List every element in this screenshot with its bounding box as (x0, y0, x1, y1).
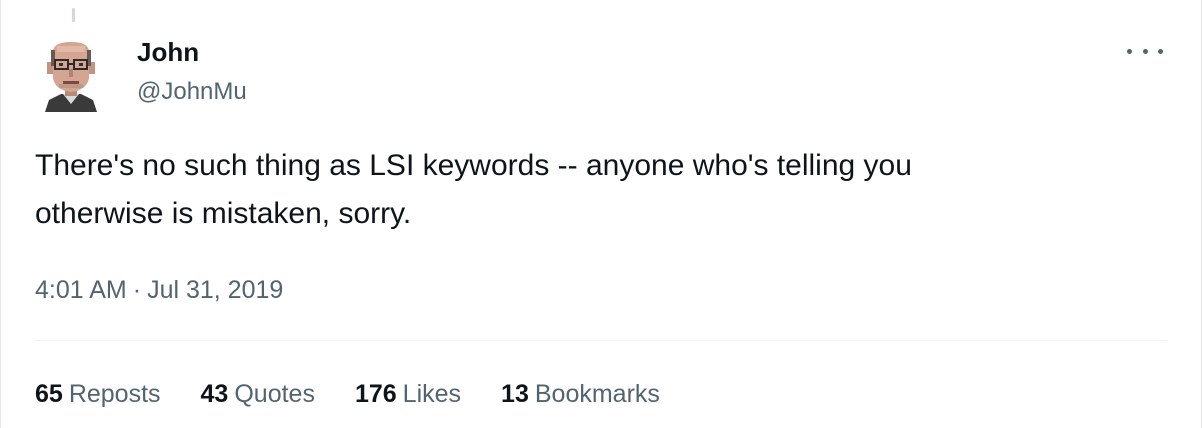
tweet-time[interactable]: 4:01 AM (35, 272, 127, 308)
engagement-stats: 65 Reposts 43 Quotes 176 Likes 13 Bookma… (35, 376, 660, 412)
thread-connector-line (72, 8, 75, 22)
stat-label: Reposts (68, 380, 161, 408)
stat-reposts[interactable]: 65 Reposts (35, 376, 161, 412)
tweet-date[interactable]: Jul 31, 2019 (147, 272, 283, 308)
stat-likes[interactable]: 176 Likes (355, 376, 461, 412)
avatar[interactable] (39, 40, 103, 112)
author-handle[interactable]: @JohnMu (137, 76, 247, 108)
tweet-text: There's no such thing as LSI keywords --… (35, 149, 912, 230)
dot-icon (1158, 48, 1163, 54)
stat-count: 43 (200, 380, 229, 408)
stat-count: 176 (354, 380, 397, 408)
stat-label: Quotes (234, 380, 315, 408)
tweet-timestamp[interactable]: 4:01 AM · Jul 31, 2019 (35, 272, 283, 308)
more-options-icon[interactable] (1127, 38, 1163, 64)
stat-quotes[interactable]: 43 Quotes (201, 376, 315, 412)
stat-bookmarks[interactable]: 13 Bookmarks (501, 376, 660, 412)
stat-count: 13 (501, 380, 529, 408)
dot-icon (1142, 48, 1148, 54)
stat-label: Bookmarks (534, 380, 660, 408)
meta-separator: · (132, 276, 142, 304)
stat-label: Likes (402, 380, 462, 408)
tweet-card: John @JohnMu There's no such thing as LS… (0, 0, 1202, 428)
pixel-portrait-icon (45, 42, 97, 112)
author-name[interactable]: John (137, 36, 199, 68)
dot-icon (1127, 48, 1132, 54)
divider (35, 340, 1167, 341)
stat-count: 65 (35, 380, 63, 408)
